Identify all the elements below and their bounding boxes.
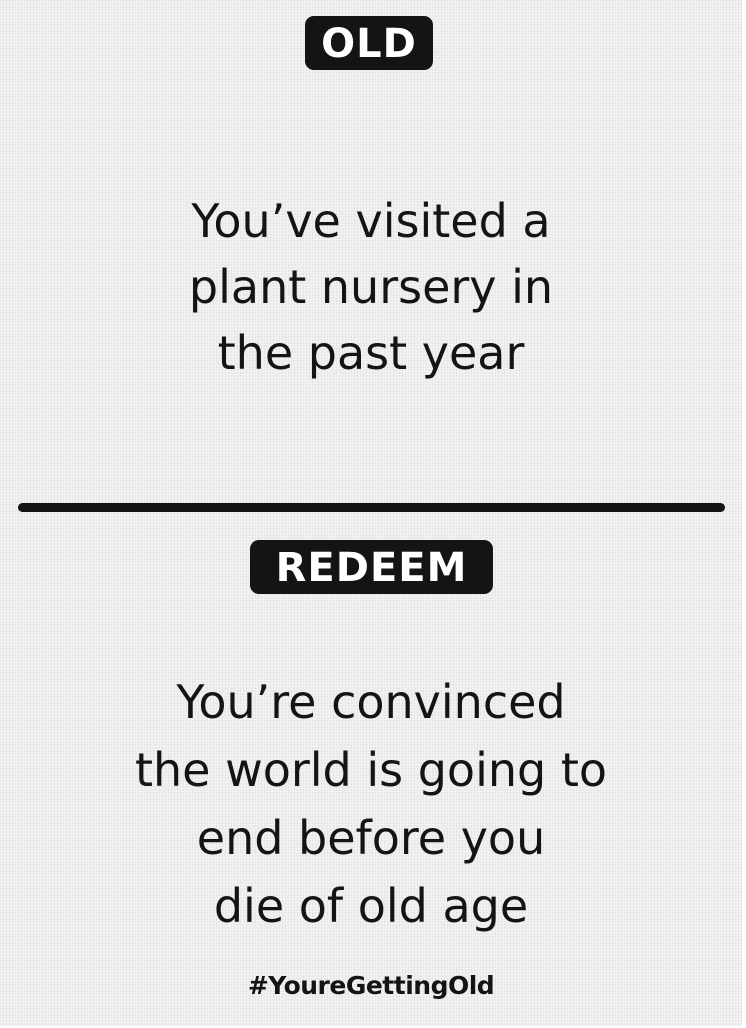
section-divider bbox=[18, 503, 725, 512]
redeem-prompt-text: You’re convinced the world is going to e… bbox=[134, 675, 608, 933]
redeem-label: REDEEM bbox=[250, 540, 493, 594]
old-label: OLD bbox=[305, 16, 433, 70]
card-edge-margin bbox=[742, 0, 746, 1028]
old-prompt-text: You’ve visited a plant nursery in the pa… bbox=[188, 194, 554, 380]
footer-hashtag: #YoureGettingOld bbox=[247, 971, 495, 1000]
game-card: OLD You’ve visited a plant nursery in th… bbox=[0, 0, 744, 1026]
